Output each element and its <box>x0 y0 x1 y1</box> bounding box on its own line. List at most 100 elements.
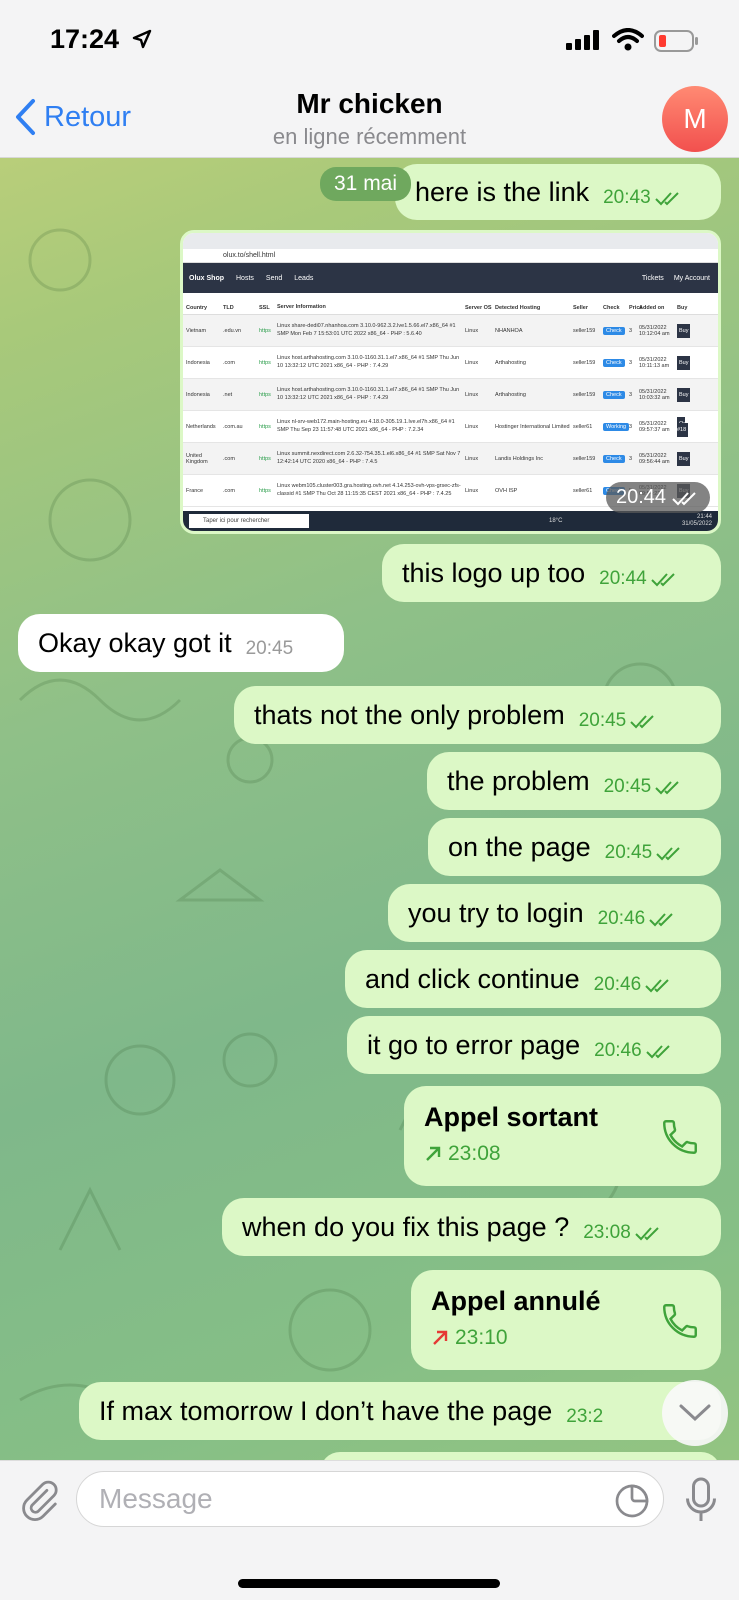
battery-low-icon <box>654 30 698 52</box>
shell-table: Country TLD SSL Server Information Serve… <box>183 293 718 507</box>
message-input[interactable] <box>76 1471 664 1527</box>
read-receipt-icon <box>630 715 654 729</box>
call-time: 23:08 <box>448 1142 501 1165</box>
cell-tld: .com <box>223 487 235 494</box>
message-bubble-out[interactable]: this logo up too 20:44 <box>382 544 721 602</box>
image-timestamp: 20:44 <box>606 482 711 513</box>
contact-avatar[interactable]: M <box>662 86 728 152</box>
buy-badge: Buy <box>677 387 691 402</box>
cell-host: Arthahosting <box>495 359 526 366</box>
col-country: Country <box>186 305 208 311</box>
message-bubble-out[interactable]: thats not the only problem 20:45 <box>234 686 721 744</box>
taskbar-temp: 18°C <box>549 518 563 524</box>
table-row: Netherlands .com.au https Linux nl-srv-web1… <box>183 411 718 443</box>
message-time: 20:46 <box>593 974 642 995</box>
status-time: 17:24 <box>50 24 120 54</box>
cell-seller: seller61 <box>573 423 593 430</box>
cell-tld: .com <box>223 359 235 366</box>
cell-ssl: https <box>259 455 271 462</box>
message-bubble-out[interactable]: on the page 20:45 <box>428 818 721 876</box>
outgoing-arrow-icon <box>426 1146 441 1161</box>
cell-country: Netherlands <box>186 423 216 430</box>
microphone-icon[interactable] <box>686 1477 716 1523</box>
call-title: Appel sortant <box>424 1102 599 1132</box>
cell-buy: Buy <box>677 355 691 370</box>
phone-icon[interactable] <box>659 1116 701 1158</box>
message-time: 20:45 <box>604 842 653 863</box>
cell-country: Indonesia <box>186 359 210 366</box>
cell-os: Linux <box>465 487 479 494</box>
message-bubble-out[interactable]: the problem 20:45 <box>427 752 721 810</box>
cell-info: Linux share-dedi07.nhanhoa.com 3.10.0-96… <box>277 323 456 337</box>
cancelled-call-message[interactable]: Appel annulé 23:10 <box>411 1270 721 1370</box>
chat-header: Retour Mr chicken en ligne récemment M <box>0 82 739 158</box>
check-badge: Check <box>603 358 625 367</box>
cell-os: Linux <box>465 327 479 334</box>
cell-info: Linux nl-srv-web172.main-hosting.eu 4.18… <box>277 419 455 433</box>
message-text: the problem <box>447 765 590 796</box>
table-row: United Kingdom .com https Linux summit.nexd… <box>183 443 718 475</box>
check-badge: Working <box>603 422 630 431</box>
site-name: Olux Shop <box>189 274 224 282</box>
message-text: If max tomorrow I don’t have the page <box>99 1395 553 1426</box>
message-bubble-out[interactable]: If max tomorrow I don’t have the page 23… <box>79 1382 721 1440</box>
message-text: thats not the only problem <box>254 699 565 730</box>
cell-info: Linux host.arthahosting.com 3.10.0-1160.… <box>277 387 460 401</box>
message-bubble-out[interactable]: here is the link 20:43 <box>395 164 721 220</box>
message-bubble-out[interactable]: it go to error page 20:46 <box>347 1016 721 1074</box>
cell-host: Landis Holdings Inc <box>495 455 544 462</box>
outgoing-call-message[interactable]: Appel sortant 23:08 <box>404 1086 721 1186</box>
phone-icon[interactable] <box>659 1300 701 1342</box>
read-receipt-icon <box>650 573 675 587</box>
cell-price: 3 <box>629 327 633 334</box>
buy-badge: Buy <box>677 323 691 338</box>
col-seller: Seller <box>573 305 588 311</box>
message-text: on the page <box>448 831 591 862</box>
message-bubble-out[interactable]: you try to login 20:46 <box>388 884 721 942</box>
col-hosting: Detected Hosting <box>495 305 541 311</box>
message-bubble-in[interactable]: Okay okay got it 20:45 <box>18 614 344 672</box>
message-time: 20:44 <box>599 568 647 589</box>
cell-os: Linux <box>465 359 479 366</box>
cell-check: Check <box>603 454 629 463</box>
cell-ssl: https <box>259 423 271 430</box>
cell-ssl: https <box>259 327 271 334</box>
read-receipt-icon <box>655 781 679 795</box>
buy-badge: Buy <box>677 451 691 466</box>
message-text: and click continue <box>365 963 580 994</box>
cell-ssl: https <box>259 487 271 494</box>
message-bubble-out[interactable]: when do you fix this page ? 23:08 <box>222 1198 721 1256</box>
table-row: Indonesia .com https Linux host.arthahostin… <box>183 347 718 379</box>
cell-info: Linux summit.nexdirect.com 2.6.32-754.35… <box>277 451 461 465</box>
message-time: 20:45 <box>578 710 627 731</box>
message-bubble-out[interactable]: and click continue 20:46 <box>345 950 721 1008</box>
cell-added: 05/31/2022 10:11:13 am <box>639 356 670 369</box>
contact-status: en ligne récemment <box>272 124 467 149</box>
check-badge: Check <box>603 390 625 399</box>
message-time: 23:08 <box>583 1222 631 1243</box>
nav-send: Send <box>265 274 283 282</box>
nav-account: My Account <box>673 274 710 282</box>
cell-added: 05/31/2022 10:12:04 am <box>639 324 670 337</box>
scroll-to-bottom-button[interactable] <box>662 1380 728 1446</box>
chevron-down-icon <box>679 1404 711 1422</box>
message-time: 20:46 <box>594 1040 642 1061</box>
buy-badge: Buy <box>677 355 691 370</box>
message-text: when do you fix this page ? <box>242 1211 570 1242</box>
contact-name[interactable]: Mr chicken <box>0 88 739 120</box>
sticker-icon[interactable] <box>614 1483 650 1519</box>
cell-price: 3 <box>629 455 633 462</box>
call-time: 23:10 <box>455 1326 508 1349</box>
date-separator: 31 mai <box>320 167 412 201</box>
message-time: 23:2 <box>566 1406 604 1427</box>
site-navbar: Olux Shop Hosts Send Leads Tickets My Ac… <box>183 263 718 293</box>
cell-os: Linux <box>465 455 479 462</box>
col-buy: Buy <box>677 305 688 311</box>
cell-tld: .edu.vn <box>223 327 242 334</box>
image-time: 20:44 <box>616 486 667 508</box>
paperclip-icon[interactable] <box>18 1477 60 1523</box>
nav-tickets: Tickets <box>641 274 664 282</box>
message-time: 20:43 <box>603 187 651 208</box>
read-receipt-icon <box>649 913 673 927</box>
message-text: you try to login <box>408 897 584 928</box>
